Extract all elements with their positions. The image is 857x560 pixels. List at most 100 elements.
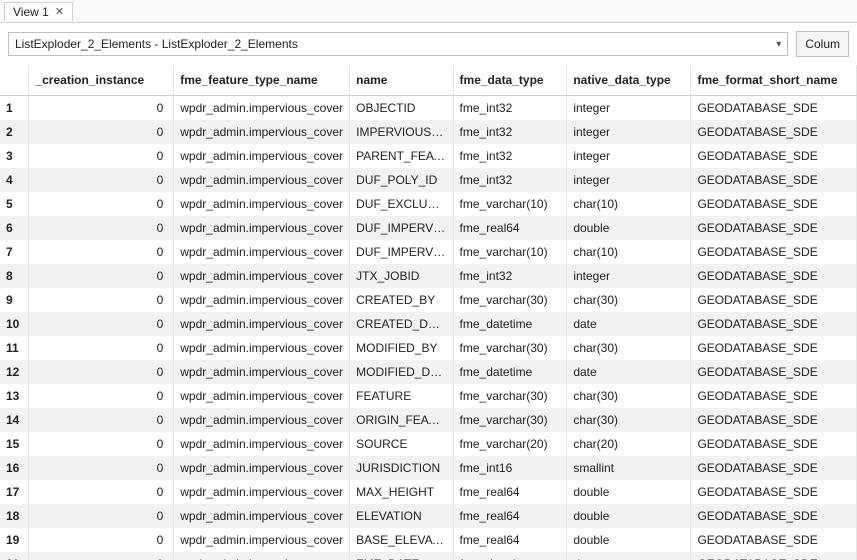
cell-name: IMPERVIOUS_C... <box>350 120 453 144</box>
dataset-select[interactable]: ListExploder_2_Elements - ListExploder_2… <box>8 32 788 56</box>
table-row[interactable]: 150wpdr_admin.impervious_coverSOURCEfme_… <box>0 432 857 456</box>
header-native-data-type[interactable]: native_data_type <box>567 65 691 96</box>
chevron-down-icon: ▾ <box>776 39 781 50</box>
cell-native-data-type: char(30) <box>567 408 691 432</box>
dataset-select-value: ListExploder_2_Elements - ListExploder_2… <box>15 37 298 51</box>
cell-creation-instance: 0 <box>29 312 174 336</box>
table-row[interactable]: 90wpdr_admin.impervious_coverCREATED_BYf… <box>0 288 857 312</box>
tab-label: View 1 <box>13 5 49 19</box>
table-row[interactable]: 110wpdr_admin.impervious_coverMODIFIED_B… <box>0 336 857 360</box>
cell-name: DUF_EXCLUSIO... <box>350 192 453 216</box>
table-row[interactable]: 80wpdr_admin.impervious_coverJTX_JOBIDfm… <box>0 264 857 288</box>
cell-format-short-name: GEODATABASE_SDE <box>691 480 857 504</box>
cell-creation-instance: 0 <box>29 96 174 120</box>
cell-creation-instance: 0 <box>29 216 174 240</box>
cell-name: ELEVATION <box>350 504 453 528</box>
cell-feature-type: wpdr_admin.impervious_cover <box>174 312 350 336</box>
cell-format-short-name: GEODATABASE_SDE <box>691 456 857 480</box>
cell-format-short-name: GEODATABASE_SDE <box>691 192 857 216</box>
row-number[interactable]: 6 <box>0 216 29 240</box>
row-number[interactable]: 10 <box>0 312 29 336</box>
tab-view[interactable]: View 1 ✕ <box>4 2 73 21</box>
cell-name: JTX_JOBID <box>350 264 453 288</box>
row-number[interactable]: 1 <box>0 96 29 120</box>
row-number[interactable]: 13 <box>0 384 29 408</box>
row-number[interactable]: 4 <box>0 168 29 192</box>
table-row[interactable]: 160wpdr_admin.impervious_coverJURISDICTI… <box>0 456 857 480</box>
table-row[interactable]: 200wpdr_admin.impervious_coverFME_DATEfm… <box>0 552 857 560</box>
table-row[interactable]: 180wpdr_admin.impervious_coverELEVATIONf… <box>0 504 857 528</box>
table-row[interactable]: 10wpdr_admin.impervious_coverOBJECTIDfme… <box>0 96 857 120</box>
cell-fme-data-type: fme_datetime <box>453 312 567 336</box>
row-number[interactable]: 2 <box>0 120 29 144</box>
row-number[interactable]: 8 <box>0 264 29 288</box>
header-rownum[interactable] <box>0 65 29 96</box>
header-creation-instance[interactable]: _creation_instance <box>29 65 174 96</box>
cell-creation-instance: 0 <box>29 120 174 144</box>
cell-format-short-name: GEODATABASE_SDE <box>691 432 857 456</box>
table-row[interactable]: 50wpdr_admin.impervious_coverDUF_EXCLUSI… <box>0 192 857 216</box>
header-fme-format-short-name[interactable]: fme_format_short_name <box>691 65 857 96</box>
table-row[interactable]: 120wpdr_admin.impervious_coverMODIFIED_D… <box>0 360 857 384</box>
cell-creation-instance: 0 <box>29 336 174 360</box>
table-row[interactable]: 60wpdr_admin.impervious_coverDUF_IMPERVI… <box>0 216 857 240</box>
row-number[interactable]: 18 <box>0 504 29 528</box>
header-fme-data-type[interactable]: fme_data_type <box>453 65 567 96</box>
cell-native-data-type: integer <box>567 168 691 192</box>
table-row[interactable]: 20wpdr_admin.impervious_coverIMPERVIOUS_… <box>0 120 857 144</box>
cell-creation-instance: 0 <box>29 360 174 384</box>
cell-name: MODIFIED_DATE <box>350 360 453 384</box>
row-number[interactable]: 7 <box>0 240 29 264</box>
close-icon[interactable]: ✕ <box>55 5 64 18</box>
table-row[interactable]: 140wpdr_admin.impervious_coverORIGIN_FEA… <box>0 408 857 432</box>
cell-feature-type: wpdr_admin.impervious_cover <box>174 360 350 384</box>
row-number[interactable]: 9 <box>0 288 29 312</box>
selector-bar: ListExploder_2_Elements - ListExploder_2… <box>0 23 857 65</box>
cell-format-short-name: GEODATABASE_SDE <box>691 144 857 168</box>
cell-format-short-name: GEODATABASE_SDE <box>691 240 857 264</box>
cell-name: DUF_IMPERVIO... <box>350 216 453 240</box>
table-row[interactable]: 100wpdr_admin.impervious_coverCREATED_DA… <box>0 312 857 336</box>
cell-feature-type: wpdr_admin.impervious_cover <box>174 336 350 360</box>
cell-feature-type: wpdr_admin.impervious_cover <box>174 456 350 480</box>
cell-creation-instance: 0 <box>29 264 174 288</box>
cell-creation-instance: 0 <box>29 504 174 528</box>
table-row[interactable]: 190wpdr_admin.impervious_coverBASE_ELEVA… <box>0 528 857 552</box>
row-number[interactable]: 19 <box>0 528 29 552</box>
cell-name: DUF_POLY_ID <box>350 168 453 192</box>
cell-fme-data-type: fme_varchar(30) <box>453 336 567 360</box>
row-number[interactable]: 14 <box>0 408 29 432</box>
cell-format-short-name: GEODATABASE_SDE <box>691 384 857 408</box>
row-number[interactable]: 12 <box>0 360 29 384</box>
row-number[interactable]: 16 <box>0 456 29 480</box>
cell-fme-data-type: fme_real64 <box>453 504 567 528</box>
cell-native-data-type: integer <box>567 264 691 288</box>
cell-format-short-name: GEODATABASE_SDE <box>691 288 857 312</box>
cell-format-short-name: GEODATABASE_SDE <box>691 120 857 144</box>
cell-creation-instance: 0 <box>29 192 174 216</box>
cell-format-short-name: GEODATABASE_SDE <box>691 168 857 192</box>
table-row[interactable]: 70wpdr_admin.impervious_coverDUF_IMPERVI… <box>0 240 857 264</box>
table-row[interactable]: 40wpdr_admin.impervious_coverDUF_POLY_ID… <box>0 168 857 192</box>
table-row[interactable]: 30wpdr_admin.impervious_coverPARENT_FEAT… <box>0 144 857 168</box>
columns-button[interactable]: Colum <box>796 31 849 57</box>
row-number[interactable]: 5 <box>0 192 29 216</box>
row-number[interactable]: 11 <box>0 336 29 360</box>
cell-format-short-name: GEODATABASE_SDE <box>691 96 857 120</box>
row-number[interactable]: 3 <box>0 144 29 168</box>
cell-feature-type: wpdr_admin.impervious_cover <box>174 144 350 168</box>
table-row[interactable]: 170wpdr_admin.impervious_coverMAX_HEIGHT… <box>0 480 857 504</box>
cell-native-data-type: smallint <box>567 456 691 480</box>
table-row[interactable]: 130wpdr_admin.impervious_coverFEATUREfme… <box>0 384 857 408</box>
row-number[interactable]: 20 <box>0 552 29 560</box>
cell-feature-type: wpdr_admin.impervious_cover <box>174 216 350 240</box>
cell-creation-instance: 0 <box>29 144 174 168</box>
header-name[interactable]: name <box>350 65 453 96</box>
cell-feature-type: wpdr_admin.impervious_cover <box>174 480 350 504</box>
row-number[interactable]: 17 <box>0 480 29 504</box>
cell-name: MODIFIED_BY <box>350 336 453 360</box>
row-number[interactable]: 15 <box>0 432 29 456</box>
header-fme-feature-type-name[interactable]: fme_feature_type_name <box>174 65 350 96</box>
cell-feature-type: wpdr_admin.impervious_cover <box>174 288 350 312</box>
cell-native-data-type: char(30) <box>567 288 691 312</box>
